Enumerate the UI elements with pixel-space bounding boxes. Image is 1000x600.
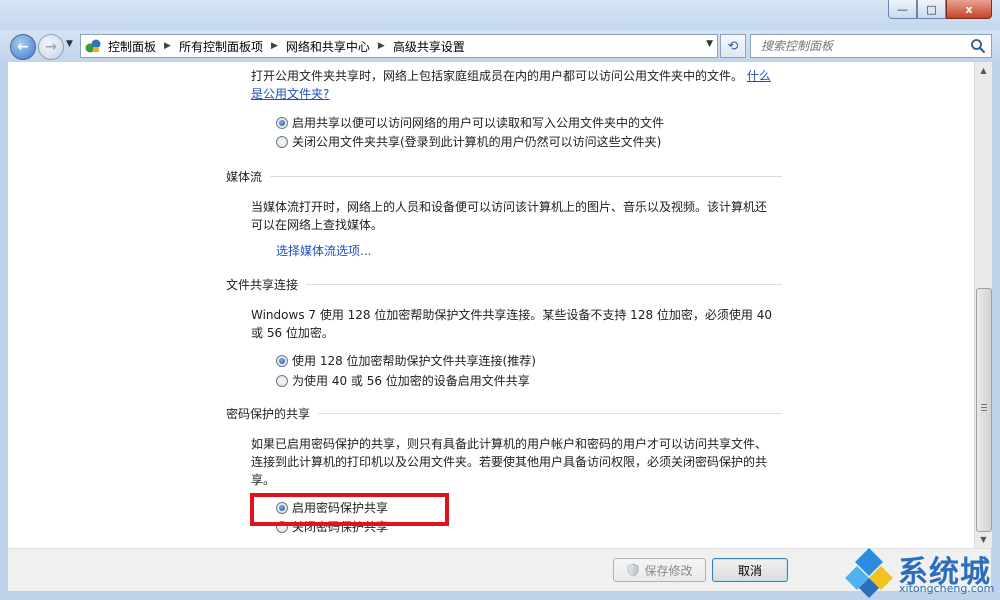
section-divider (270, 175, 782, 177)
minimize-icon: — (897, 2, 908, 16)
grip-icon (981, 404, 987, 412)
forward-button[interactable]: → (38, 34, 64, 60)
back-button[interactable]: ← (10, 34, 36, 60)
search-icon[interactable] (970, 38, 986, 54)
breadcrumb-advanced-sharing[interactable]: 高级共享设置 (393, 38, 465, 55)
breadcrumb-separator-icon[interactable]: ▶ (271, 41, 278, 51)
password-sharing-description-line2: 连接到此计算机的打印机以及公用文件夹。若要使其他用户具备访问权限，必须关闭密码保… (251, 455, 768, 469)
what-is-public-folder-link[interactable]: 是公用文件夹? (251, 87, 329, 101)
radio-checked-icon[interactable] (276, 116, 288, 129)
navigation-bar: ← → ▼ 控制面板 ▶ 所有控制面板项 ▶ 网络和共享中心 ▶ 高级共享设置 … (0, 30, 1000, 62)
refresh-button[interactable]: ⟲ (720, 34, 746, 58)
radio-label: 关闭公用文件夹共享(登录到此计算机的用户仍然可以访问这些文件夹) (292, 135, 662, 149)
breadcrumb-network-center[interactable]: 网络和共享中心 (286, 38, 370, 55)
recent-pages-dropdown[interactable]: ▼ (66, 39, 73, 49)
close-button[interactable]: x (946, 0, 992, 19)
radio-encryption-128[interactable]: 使用 128 位加密帮助保护文件共享连接(推荐) (276, 352, 536, 369)
maximize-icon: □ (926, 2, 937, 16)
settings-content: 打开公用文件夹共享时，网络上包括家庭组成员在内的用户都可以访问公用文件夹中的文件… (8, 62, 974, 548)
title-bar: — □ x (0, 0, 1000, 30)
breadcrumb-all-items[interactable]: 所有控制面板项 (179, 38, 263, 55)
public-folder-link-line: 是公用文件夹? (251, 85, 329, 103)
media-streaming-description-line2: 可以在网络上查找媒体。 (251, 218, 384, 232)
media-streaming-options-link[interactable]: 选择媒体流选项... (276, 242, 371, 260)
radio-label: 使用 128 位加密帮助保护文件共享连接(推荐) (292, 354, 536, 368)
password-sharing-description-line1: 如果已启用密码保护的共享，则只有具备此计算机的用户帐户和密码的用户才可以访问共享… (251, 437, 768, 451)
media-streaming-heading: 媒体流 (226, 167, 782, 185)
what-is-public-folder-link[interactable]: 什么 (747, 69, 771, 83)
address-dropdown-icon[interactable]: ▼ (706, 39, 713, 49)
radio-label: 为使用 40 或 56 位加密的设备启用文件共享 (292, 374, 530, 388)
radio-unchecked-icon[interactable] (276, 135, 288, 148)
site-watermark: 系统城 xitongcheng.com (843, 544, 998, 600)
vertical-scrollbar[interactable]: ▲ ▼ (974, 62, 992, 548)
radio-public-folder-off[interactable]: 关闭公用文件夹共享(登录到此计算机的用户仍然可以访问这些文件夹) (276, 133, 661, 150)
close-icon: x (965, 2, 973, 16)
refresh-icon: ⟲ (727, 38, 739, 54)
radio-unchecked-icon[interactable] (276, 374, 288, 387)
public-folder-description: 打开公用文件夹共享时，网络上包括家庭组成员在内的用户都可以访问公用文件夹中的文件… (251, 69, 771, 83)
maximize-button[interactable]: □ (917, 0, 946, 19)
scrollbar-thumb[interactable] (976, 288, 992, 532)
password-sharing-description-line3: 享。 (251, 473, 276, 487)
control-panel-icon (85, 39, 101, 53)
radio-public-folder-on[interactable]: 启用共享以便可以访问网络的用户可以读取和写入公用文件夹中的文件 (276, 114, 664, 131)
radio-encryption-40-56[interactable]: 为使用 40 或 56 位加密的设备启用文件共享 (276, 372, 530, 389)
section-divider (306, 283, 782, 285)
save-changes-button[interactable]: 保存修改 (613, 558, 706, 582)
password-sharing-heading: 密码保护的共享 (226, 404, 782, 422)
window-controls: — □ x (888, 0, 992, 20)
uac-shield-icon (628, 563, 639, 577)
radio-label: 启用共享以便可以访问网络的用户可以读取和写入公用文件夹中的文件 (292, 116, 665, 130)
radio-checked-icon[interactable] (276, 354, 288, 367)
cancel-button[interactable]: 取消 (712, 558, 788, 582)
file-sharing-description-line1: Windows 7 使用 128 位加密帮助保护文件共享连接。某些设备不支持 1… (251, 308, 772, 322)
watermark-url: xitongcheng.com (899, 582, 995, 595)
search-box[interactable] (750, 34, 992, 58)
breadcrumb-separator-icon[interactable]: ▶ (164, 41, 171, 51)
back-arrow-icon: ← (17, 39, 29, 55)
breadcrumb-separator-icon[interactable]: ▶ (378, 41, 385, 51)
media-streaming-description-line1: 当媒体流打开时，网络上的人员和设备便可以访问该计算机上的图片、音乐以及视频。该计… (251, 200, 768, 214)
file-sharing-description-line2: 或 56 位加密。 (251, 326, 334, 340)
file-sharing-heading: 文件共享连接 (226, 275, 782, 293)
scroll-up-icon[interactable]: ▲ (975, 62, 992, 79)
section-divider (318, 412, 782, 414)
search-input[interactable] (759, 38, 970, 54)
forward-arrow-icon: → (45, 39, 57, 55)
breadcrumb-control-panel[interactable]: 控制面板 (108, 38, 156, 55)
highlight-annotation-box (250, 493, 449, 526)
minimize-button[interactable]: — (888, 0, 917, 19)
xitongcheng-logo-icon (845, 548, 893, 598)
address-bar[interactable]: 控制面板 ▶ 所有控制面板项 ▶ 网络和共享中心 ▶ 高级共享设置 ▼ (80, 34, 718, 58)
